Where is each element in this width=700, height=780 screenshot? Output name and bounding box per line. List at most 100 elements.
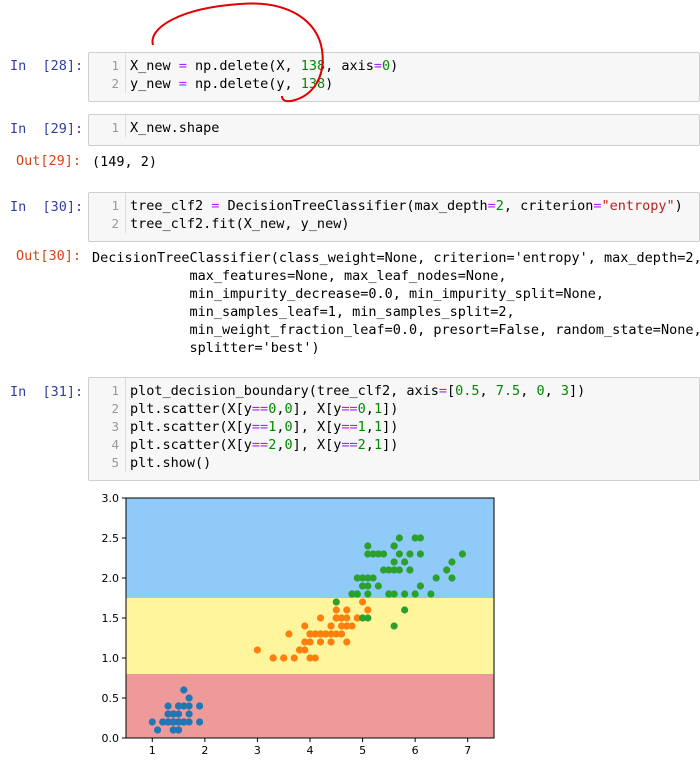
scatter-point-class-1 (285, 630, 293, 638)
code-token: == (341, 419, 358, 435)
code-line[interactable]: plot_decision_boundary(tree_clf2, axis=[… (130, 382, 585, 400)
code-token: ]) (382, 419, 399, 435)
scatter-point-class-2 (369, 550, 377, 558)
scatter-point-class-2 (353, 574, 361, 582)
y-tick-label: 2.0 (102, 572, 120, 585)
x-tick-label: 2 (201, 744, 208, 757)
line-number: 1 (111, 120, 119, 135)
code-editor[interactable]: X_new = np.delete(X, 138, axis=0) y_new =… (125, 53, 398, 93)
code-token: [ (447, 383, 456, 399)
scatter-point-class-1 (316, 614, 325, 622)
code-line[interactable]: plt.scatter(X[y==0,0], X[y==0,1]) (130, 400, 585, 418)
code-token: == (341, 437, 358, 453)
scatter-point-class-0 (180, 686, 188, 694)
code-editor[interactable]: tree_clf2 = DecisionTreeClassifier(max_d… (125, 193, 683, 233)
scatter-point-class-2 (395, 550, 403, 558)
line-number-gutter: 1 2 3 4 5 (89, 378, 119, 480)
code-cell-28[interactable]: 1 2 X_new = np.delete(X, 138, axis=0) y_new… (88, 52, 700, 102)
code-token: DecisionTreeClassifier(max_depth (219, 198, 488, 214)
code-token: "entropy" (601, 198, 675, 214)
scatter-point-class-0 (164, 702, 172, 710)
scatter-point-class-2 (395, 534, 403, 542)
scatter-point-class-2 (448, 574, 456, 582)
scatter-point-class-2 (369, 574, 377, 582)
code-cell-30[interactable]: 1 2 tree_clf2 = DecisionTreeClassifier(max… (88, 192, 700, 242)
code-cell-29[interactable]: 1 X_new.shape (88, 114, 700, 146)
scatter-point-class-2 (390, 622, 398, 630)
scatter-point-class-2 (374, 582, 382, 590)
scatter-point-class-2 (443, 566, 451, 574)
scatter-point-class-1 (253, 646, 262, 654)
code-cell-31[interactable]: 1 2 3 4 5 plot_decision_boundary(tree_clf2, a… (88, 377, 700, 481)
scatter-point-class-1 (311, 654, 319, 662)
code-token: X_new (130, 58, 179, 74)
prompt-in-31: In [31]: (10, 384, 84, 400)
scatter-point-class-2 (364, 590, 372, 598)
code-token: , (365, 419, 374, 435)
code-token: tree_clf2 (130, 198, 212, 214)
code-token: 0 (284, 419, 293, 435)
code-editor[interactable]: X_new.shape (125, 115, 219, 137)
line-number: 2 (111, 76, 119, 91)
code-token: = (438, 383, 447, 399)
scatter-point-class-1 (332, 614, 340, 622)
code-token: ]) (569, 383, 586, 399)
scatter-point-class-0 (153, 726, 162, 734)
code-token: 2 (495, 198, 504, 214)
line-number: 1 (111, 383, 119, 398)
scatter-point-class-2 (401, 606, 409, 614)
code-token: == (251, 437, 269, 453)
code-token: 0 (284, 401, 293, 417)
code-line[interactable]: y_new = np.delete(y, 138) (130, 75, 398, 93)
scatter-point-class-0 (169, 726, 177, 734)
scatter-point-class-1 (316, 638, 325, 646)
code-token: = (178, 58, 187, 74)
x-tick-label: 1 (149, 744, 156, 757)
y-tick-label: 0.5 (102, 692, 120, 705)
y-tick-label: 1.0 (102, 652, 120, 665)
scatter-point-class-0 (185, 694, 193, 702)
code-line[interactable]: plt.show() (130, 454, 585, 472)
code-token: = (178, 76, 187, 92)
scatter-point-class-2 (416, 550, 424, 558)
scatter-point-class-1 (280, 654, 288, 662)
code-token: ) (325, 76, 334, 92)
scatter-point-class-1 (332, 606, 340, 614)
code-line[interactable]: plt.scatter(X[y==1,0], X[y==1,1]) (130, 418, 585, 436)
scatter-point-class-2 (380, 550, 388, 558)
scatter-point-class-1 (343, 614, 351, 622)
code-token: plot_decision_boundary(tree_clf2, axis (130, 383, 439, 399)
code-line[interactable]: X_new = np.delete(X, 138, axis=0) (130, 57, 398, 75)
scatter-point-class-1 (337, 622, 346, 630)
code-line[interactable]: plt.scatter(X[y==2,0], X[y==2,1]) (130, 436, 585, 454)
code-token: 3 (560, 383, 569, 399)
line-number: 3 (111, 419, 119, 434)
line-number: 1 (111, 198, 119, 213)
scatter-point-class-2 (380, 566, 388, 574)
scatter-point-class-2 (416, 582, 424, 590)
code-line[interactable]: X_new.shape (130, 119, 219, 137)
line-number: 1 (111, 58, 119, 73)
x-tick-label: 4 (307, 744, 314, 757)
scatter-point-class-2 (401, 558, 409, 566)
scatter-point-class-2 (364, 614, 372, 622)
scatter-point-class-1 (322, 630, 330, 638)
code-token: ) (674, 198, 683, 214)
code-token: 1 (357, 419, 366, 435)
scatter-point-class-2 (390, 542, 398, 550)
code-line[interactable]: tree_clf2 = DecisionTreeClassifier(max_d… (130, 197, 683, 215)
code-token: y_new (130, 76, 179, 92)
code-line[interactable]: tree_clf2.fit(X_new, y_new) (130, 215, 683, 233)
scatter-point-class-2 (390, 566, 398, 574)
output-text-30: DecisionTreeClassifier(class_weight=None… (92, 250, 700, 356)
line-number: 2 (111, 216, 119, 231)
scatter-point-class-2 (448, 558, 456, 566)
code-token: , (365, 437, 374, 453)
scatter-point-class-2 (406, 566, 414, 574)
scatter-point-class-0 (174, 702, 183, 710)
output-text-29: (149, 2) (92, 154, 158, 170)
code-editor[interactable]: plot_decision_boundary(tree_clf2, axis=[… (125, 378, 585, 472)
prompt-out-30: Out[30]: (16, 248, 82, 264)
prompt-in-30: In [30]: (10, 199, 84, 215)
scatter-point-class-2 (411, 590, 419, 598)
